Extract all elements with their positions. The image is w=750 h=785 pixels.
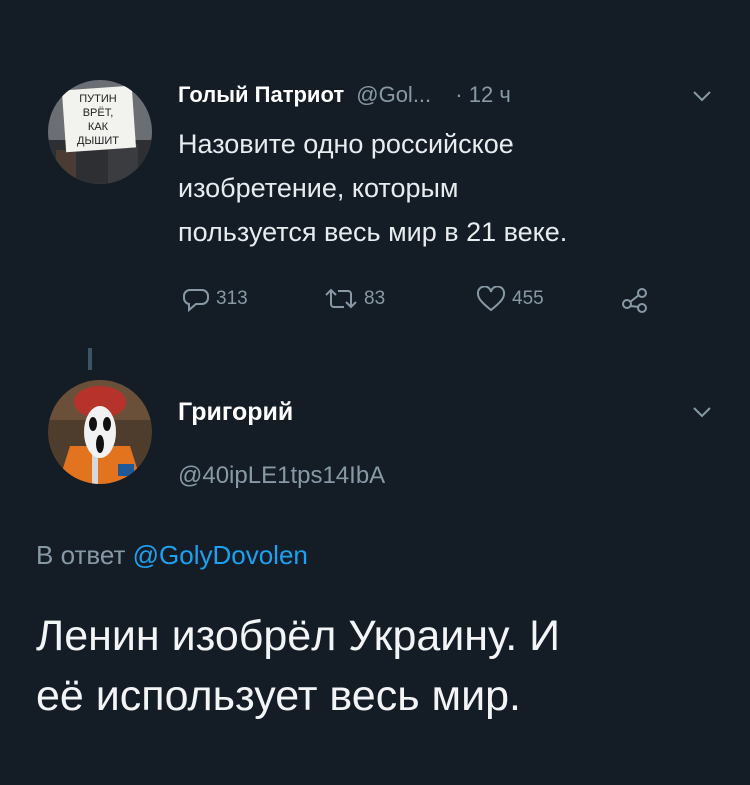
reply-count: 313 [216, 288, 248, 309]
tweet-text-line: изобретение, которым [178, 173, 459, 203]
avatar-sign-line-2: ВРЁТ, [83, 107, 114, 119]
avatar-sign-line-1: ПУТИН [79, 93, 117, 105]
share-icon[interactable] [620, 286, 650, 314]
chevron-down-icon[interactable] [692, 90, 712, 102]
tweet-header: Голый Патриот @Gol... · 12 ч [178, 82, 511, 108]
chevron-down-icon[interactable] [692, 406, 712, 418]
like-button[interactable]: 455 [476, 286, 544, 312]
author-name[interactable]: Голый Патриот [178, 82, 344, 107]
time-separator: · [455, 82, 463, 107]
in-reply-to-label: В ответ [36, 540, 126, 570]
tweet-text: Назовите одно российское изобретение, ко… [178, 122, 567, 254]
retweet-count: 83 [364, 288, 386, 309]
reply-author-name[interactable]: Григорий [178, 398, 293, 427]
avatar-grigoriy[interactable] [48, 380, 152, 484]
tweet-text-line: Назовите одно российское [178, 129, 514, 159]
author-handle[interactable]: @Gol... [356, 82, 431, 107]
reply-text-line: Ленин изобрёл Украину. И [36, 612, 561, 660]
in-reply-to-link[interactable]: @GolyDovolen [133, 540, 308, 570]
reply-text-line: её использует весь мир. [36, 672, 521, 720]
reply-author-handle[interactable]: @40ipLE1tps14IbA [178, 462, 385, 490]
like-icon [476, 286, 506, 312]
reply-text: Ленин изобрёл Украину. И её использует в… [36, 606, 560, 726]
tweet-time[interactable]: 12 ч [469, 82, 511, 107]
reply-button[interactable]: 313 [182, 286, 248, 312]
avatar-goly-patriot[interactable]: ПУТИН ВРЁТ, КАК ДЫШИТ [48, 80, 152, 184]
in-reply-to: В ответ @GolyDovolen [36, 540, 308, 571]
avatar-sign-line-4: ДЫШИТ [77, 135, 119, 147]
like-count: 455 [512, 288, 544, 309]
thread-connector [88, 348, 92, 370]
avatar-sign-line-3: КАК [88, 121, 109, 133]
reply-icon [182, 289, 209, 312]
retweet-button[interactable]: 83 [324, 286, 385, 312]
tweet-text-line: пользуется весь мир в 21 веке. [178, 217, 568, 247]
retweet-icon [325, 288, 357, 309]
